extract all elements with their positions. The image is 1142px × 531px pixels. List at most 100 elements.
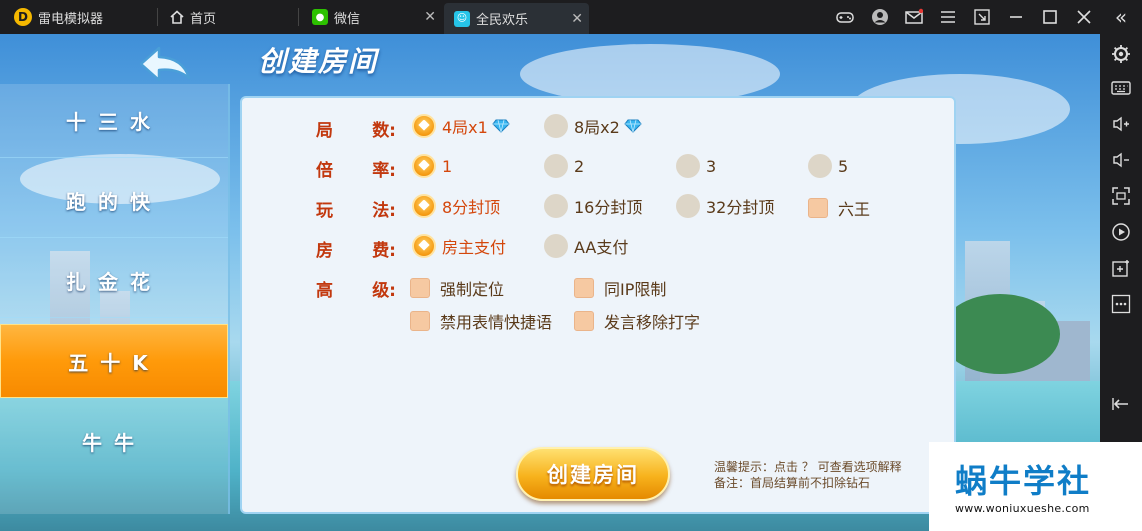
volume-down-icon[interactable] [1111,150,1131,170]
radio-selected-icon [412,234,436,258]
checkbox-icon [574,311,594,331]
maximize-icon[interactable] [1041,8,1059,26]
more-icon[interactable] [1111,294,1131,314]
menu-item-zhajinhua[interactable]: 扎金花 [0,244,228,318]
option-label: 禁用表情快捷语 [440,313,553,332]
watermark: 蜗牛学社 www.woniuxueshe.com [929,442,1142,531]
tab-home[interactable]: 首页 [160,0,298,34]
radio-unselected-icon [676,194,700,218]
divider [157,8,158,26]
checkbox-remove-typing[interactable]: 发言移除打字 [574,309,700,333]
tree-decoration [940,294,1060,374]
divider [298,8,299,26]
keyboard-icon[interactable] [1111,78,1131,98]
option-label: 强制定位 [440,280,505,299]
resize-icon[interactable] [973,8,991,26]
option-label: 六王 [838,200,871,219]
radio-unselected-icon [544,114,568,138]
option-label: 8局x2 [574,118,620,137]
menu-item-shisanshui[interactable]: 十三水 [0,84,228,158]
gamepad-icon[interactable] [836,8,854,26]
row-label-fee: 房 费: [316,236,396,261]
row-label-multiplier: 倍 率: [316,156,396,181]
note-text: 备注：首局结算前不扣除钻石 [714,476,871,490]
checkbox-icon [410,278,430,298]
tab-label: 首页 [190,11,217,27]
record-icon[interactable] [1111,222,1131,242]
option-multiplier-3[interactable]: 3 [676,154,716,178]
radio-unselected-icon [544,234,568,258]
mail-icon[interactable] [905,8,923,26]
back-icon[interactable] [1111,394,1131,414]
option-multiplier-1[interactable]: 1 [412,154,452,178]
option-label: 房主支付 [442,238,507,257]
option-label: 3 [706,156,717,176]
menu-item-paodekuai[interactable]: 跑的快 [0,164,228,238]
option-fee-owner[interactable]: 房主支付 [412,234,506,258]
label-char: 费: [372,241,396,261]
expand-sidebar-icon[interactable]: « [1112,5,1130,29]
checkbox-disable-emoji[interactable]: 禁用表情快捷语 [410,309,552,333]
back-arrow-icon[interactable] [137,44,193,84]
row-label-rounds: 局 数: [316,116,396,141]
settings-icon[interactable] [1111,44,1131,64]
option-cap-8[interactable]: 8分封顶 [412,194,500,218]
option-cap-32[interactable]: 32分封顶 [676,194,774,218]
fullscreen-icon[interactable] [1111,186,1131,206]
watermark-url: www.woniuxueshe.com [955,502,1090,515]
option-multiplier-2[interactable]: 2 [544,154,584,178]
option-label: 同IP限制 [604,280,667,299]
tab-close-icon[interactable]: ✕ [571,11,583,27]
radio-unselected-icon [544,194,568,218]
diamond-icon [624,119,642,133]
option-cap-16[interactable]: 16分封顶 [544,194,642,218]
option-rounds-4[interactable]: 4局x1 [412,114,510,138]
menu-item-wushik[interactable]: 五十K [0,324,228,398]
label-char: 倍 [316,161,333,181]
tip-text: 温馨提示：点击 ？ 可查看选项解释 [714,460,902,474]
label-char: 数: [372,121,396,141]
option-label: 32分封顶 [706,198,775,217]
option-multiplier-5[interactable]: 5 [808,154,848,178]
radio-unselected-icon [676,154,700,178]
app-brand[interactable]: D 雷电模拟器 [4,0,154,34]
wechat-icon: ● [312,9,328,25]
tab-game[interactable]: ☺ 全民欢乐 ✕ [444,3,589,34]
option-fee-aa[interactable]: AA支付 [544,234,628,258]
option-label: 4局x1 [442,118,488,137]
option-label: 8分封顶 [442,198,501,217]
user-icon[interactable] [871,8,889,26]
radio-unselected-icon [808,154,832,178]
option-label: AA支付 [574,238,629,257]
option-label: 发言移除打字 [604,313,701,332]
option-label: 1 [442,156,453,176]
volume-up-icon[interactable] [1111,114,1131,134]
emulator-window: D 雷电模拟器 首页 ● 微信 ✕ ☺ 全民欢乐 ✕ « 创建房间 十三水 跑的… [0,0,1142,531]
minimize-icon[interactable] [1007,8,1025,26]
tab-wechat[interactable]: ● 微信 ✕ [302,0,442,34]
diamond-icon [492,119,510,133]
label-char: 房 [316,241,333,261]
tab-close-icon[interactable]: ✕ [424,9,436,25]
label-char: 高 [316,281,333,301]
game-app-icon: ☺ [454,10,470,27]
option-label: 2 [574,156,585,176]
menu-item-niuniu[interactable]: 牛牛 [0,404,228,478]
create-room-button[interactable]: 创建房间 [516,447,670,501]
title-bar: D 雷电模拟器 首页 ● 微信 ✕ ☺ 全民欢乐 ✕ « [0,0,1142,34]
option-label: 16分封顶 [574,198,643,217]
install-apk-icon[interactable] [1111,258,1131,278]
checkbox-six-kings[interactable]: 六王 [808,196,870,220]
label-char: 局 [316,121,333,141]
label-char: 级: [372,281,396,301]
option-rounds-8[interactable]: 8局x2 [544,114,642,138]
label-char: 玩 [316,201,333,221]
tab-label: 全民欢乐 [476,13,529,28]
page-title: 创建房间 [258,45,379,78]
menu-icon[interactable] [939,8,957,26]
checkbox-same-ip-limit[interactable]: 同IP限制 [574,276,666,300]
close-icon[interactable] [1075,8,1093,26]
checkbox-force-location[interactable]: 强制定位 [410,276,504,300]
tab-label: 微信 [334,11,361,27]
cloud-decoration [520,44,780,104]
